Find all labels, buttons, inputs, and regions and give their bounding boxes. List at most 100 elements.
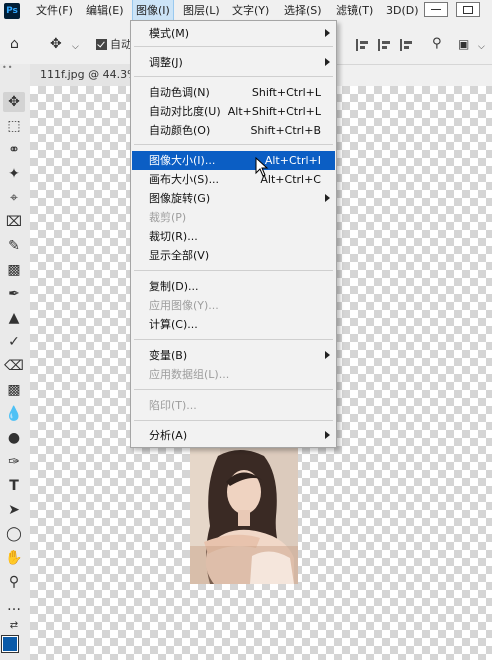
align-center-icon[interactable] <box>378 39 392 51</box>
menu-item-label: 自动对比度(U) <box>149 105 221 118</box>
zoom-tool-icon[interactable]: ⚲ <box>3 572 25 592</box>
more-tools-icon[interactable]: … <box>3 596 25 616</box>
menu-item-trim[interactable]: 裁切(R)... <box>132 227 335 246</box>
menu-item-shortcut: Shift+Ctrl+L <box>251 86 321 99</box>
home-icon[interactable]: ⌂ <box>10 36 19 52</box>
frame-tool-icon[interactable]: ⌧ <box>3 212 25 232</box>
move-tool-icon[interactable]: ✥ <box>50 36 62 52</box>
menu-layer[interactable]: 图层(L) <box>180 0 223 22</box>
menu-item-label: 应用图像(Y)... <box>149 299 219 312</box>
menu-item-calculations[interactable]: 计算(C)... <box>132 315 335 334</box>
menu-item-label: 裁切(R)... <box>149 230 198 243</box>
ellipse-tool-icon[interactable]: ◯ <box>3 524 25 544</box>
auto-select-label: 自动 <box>110 38 132 51</box>
menu-item-label: 计算(C)... <box>149 318 198 331</box>
menu-edit[interactable]: 编辑(E) <box>83 0 127 22</box>
healing-brush-tool-icon[interactable]: ▩ <box>3 260 25 280</box>
menu-3d[interactable]: 3D(D) <box>383 0 422 22</box>
restore-button[interactable] <box>456 2 480 17</box>
chevron-down-icon[interactable]: ⌵ <box>72 39 79 55</box>
photoshop-logo: Ps <box>4 3 20 19</box>
menu-item-crop: 裁剪(P) <box>132 208 335 227</box>
lasso-tool-icon[interactable]: ⚭ <box>3 140 25 160</box>
menu-item-canvas-size[interactable]: 画布大小(S)... Alt+Ctrl+C <box>132 170 335 189</box>
menu-item-label: 陷印(T)... <box>149 399 197 412</box>
magic-wand-tool-icon[interactable]: ✦ <box>3 164 25 184</box>
menu-item-trap: 陷印(T)... <box>132 396 335 415</box>
menu-separator <box>134 76 333 77</box>
menu-item-auto-tone[interactable]: 自动色调(N) Shift+Ctrl+L <box>132 83 335 102</box>
menu-item-mode[interactable]: 模式(M) <box>132 24 335 43</box>
menu-item-label: 显示全部(V) <box>149 249 210 262</box>
menu-item-label: 图像大小(I)... <box>149 154 216 167</box>
menu-item-label: 自动色调(N) <box>149 86 210 99</box>
panel-grip-icon[interactable]: •• <box>2 64 26 72</box>
menu-image[interactable]: 图像(I) <box>132 0 174 23</box>
menu-item-label: 调整(J) <box>149 56 183 69</box>
menu-item-image-rotation[interactable]: 图像旋转(G) <box>132 189 335 208</box>
menu-item-label: 图像旋转(G) <box>149 192 211 205</box>
submenu-arrow-icon <box>325 194 330 202</box>
menu-item-apply-data-set: 应用数据组(L)... <box>132 365 335 384</box>
menu-item-auto-contrast[interactable]: 自动对比度(U) Alt+Shift+Ctrl+L <box>132 102 335 121</box>
menu-select[interactable]: 选择(S) <box>281 0 325 22</box>
crop-tool-icon[interactable]: ⌖ <box>3 188 25 208</box>
menu-item-label: 变量(B) <box>149 349 188 362</box>
swap-colors-icon[interactable]: ⇄ <box>3 616 25 636</box>
menu-item-reveal-all[interactable]: 显示全部(V) <box>132 246 335 265</box>
menu-item-variables[interactable]: 变量(B) <box>132 346 335 365</box>
history-brush-tool-icon[interactable]: ✓ <box>3 332 25 352</box>
image-menu-dropdown: 模式(M) 调整(J) 自动色调(N) Shift+Ctrl+L 自动对比度(U… <box>130 20 337 448</box>
type-tool-icon[interactable]: T <box>3 476 25 496</box>
brush-tool-icon[interactable]: ✒ <box>3 284 25 304</box>
menu-filter[interactable]: 滤镜(T) <box>333 0 376 22</box>
submenu-arrow-icon <box>325 431 330 439</box>
menu-item-label: 分析(A) <box>149 429 188 442</box>
menu-item-shortcut: Alt+Ctrl+I <box>264 154 321 167</box>
workspace-icon[interactable]: ▣ <box>458 36 469 52</box>
menu-item-label: 复制(D)... <box>149 280 199 293</box>
portrait-photo <box>190 446 298 584</box>
submenu-arrow-icon <box>325 29 330 37</box>
menu-item-auto-color[interactable]: 自动颜色(O) Shift+Ctrl+B <box>132 121 335 140</box>
menu-item-shortcut: Alt+Ctrl+C <box>260 173 321 186</box>
menu-item-label: 模式(M) <box>149 27 190 40</box>
clone-stamp-tool-icon[interactable]: ▲ <box>3 308 25 328</box>
menu-file[interactable]: 文件(F) <box>33 0 76 22</box>
dodge-tool-icon[interactable]: ● <box>3 428 25 448</box>
menu-separator <box>134 46 333 47</box>
tools-panel: •• ✥ ⬚ ⚭ ✦ ⌖ ⌧ ✎ ▩ ✒ ▲ ✓ ⌫ ▩ 💧 ● ✑ T ➤ ◯… <box>0 64 31 660</box>
minimize-button[interactable] <box>424 2 448 17</box>
eraser-tool-icon[interactable]: ⌫ <box>3 356 25 376</box>
auto-select-checkbox[interactable] <box>96 39 107 50</box>
menu-item-label: 画布大小(S)... <box>149 173 220 186</box>
workspace-chevron-icon[interactable]: ⌵ <box>478 39 485 55</box>
gradient-tool-icon[interactable]: ▩ <box>3 380 25 400</box>
menu-item-image-size[interactable]: 图像大小(I)... Alt+Ctrl+I <box>132 151 335 170</box>
search-icon[interactable]: ⚲ <box>432 36 442 52</box>
menu-separator <box>134 420 333 421</box>
document-image[interactable] <box>190 446 298 584</box>
menu-item-adjustments[interactable]: 调整(J) <box>132 53 335 72</box>
move-tool-icon[interactable]: ✥ <box>3 92 25 112</box>
menu-item-duplicate[interactable]: 复制(D)... <box>132 277 335 296</box>
align-left-icon[interactable] <box>356 39 370 51</box>
document-tab-title: 111f.jpg @ 44.3% <box>40 68 138 81</box>
marquee-tool-icon[interactable]: ⬚ <box>3 116 25 136</box>
menu-separator <box>134 270 333 271</box>
menu-type[interactable]: 文字(Y) <box>229 0 272 22</box>
submenu-arrow-icon <box>325 351 330 359</box>
pen-tool-icon[interactable]: ✑ <box>3 452 25 472</box>
menu-item-shortcut: Alt+Shift+Ctrl+L <box>227 105 321 118</box>
blur-tool-icon[interactable]: 💧 <box>3 404 25 424</box>
eyedropper-tool-icon[interactable]: ✎ <box>3 236 25 256</box>
menu-separator <box>134 144 333 145</box>
mouse-pointer-icon <box>255 157 269 177</box>
path-selection-tool-icon[interactable]: ➤ <box>3 500 25 520</box>
foreground-color-swatch[interactable] <box>1 635 19 653</box>
align-right-icon[interactable] <box>400 39 414 51</box>
menu-item-analysis[interactable]: 分析(A) <box>132 426 335 445</box>
hand-tool-icon[interactable]: ✋ <box>3 548 25 568</box>
menu-item-label: 裁剪(P) <box>149 211 187 224</box>
menu-item-label: 自动颜色(O) <box>149 124 211 137</box>
